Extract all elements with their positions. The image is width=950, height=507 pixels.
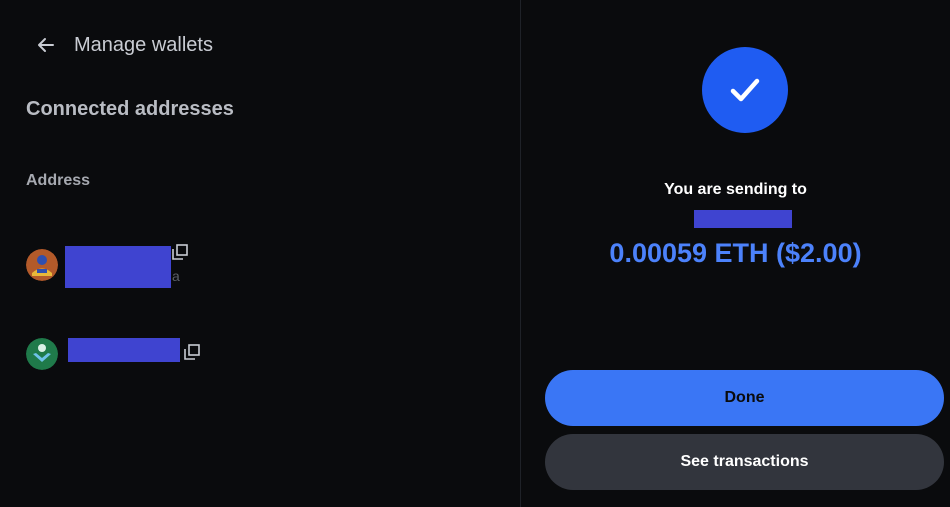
page-title: Manage wallets (74, 34, 213, 56)
back-button[interactable] (34, 33, 58, 57)
wallet-row: a (26, 244, 226, 292)
avatar-green-icon (26, 338, 58, 370)
address-column-label: Address (26, 172, 91, 189)
copy-address-button[interactable] (172, 244, 190, 262)
sending-label: You are sending to (664, 181, 807, 198)
avatar-orange-icon (26, 249, 58, 281)
section-title: Connected addresses (26, 98, 234, 120)
checkmark-icon (730, 78, 760, 102)
manage-wallets-panel: Manage wallets Connected addresses Addre… (0, 0, 520, 507)
copy-icon (184, 344, 200, 360)
send-confirmation-panel: You are sending to 0.00059 ETH ($2.00) D… (521, 0, 950, 507)
success-badge (702, 47, 788, 133)
redacted-recipient (694, 210, 792, 228)
address-tail: a (172, 268, 180, 284)
wallet-avatar (26, 249, 58, 281)
see-transactions-button[interactable]: See transactions (545, 434, 944, 490)
copy-icon (172, 244, 188, 260)
wallet-avatar (26, 338, 58, 370)
wallet-row (26, 336, 226, 384)
send-amount: 0.00059 ETH ($2.00) (609, 238, 862, 268)
copy-address-button[interactable] (184, 344, 202, 362)
back-arrow-icon (38, 38, 54, 52)
done-button[interactable]: Done (545, 370, 944, 426)
redacted-address (65, 246, 171, 288)
redacted-address (68, 338, 180, 362)
